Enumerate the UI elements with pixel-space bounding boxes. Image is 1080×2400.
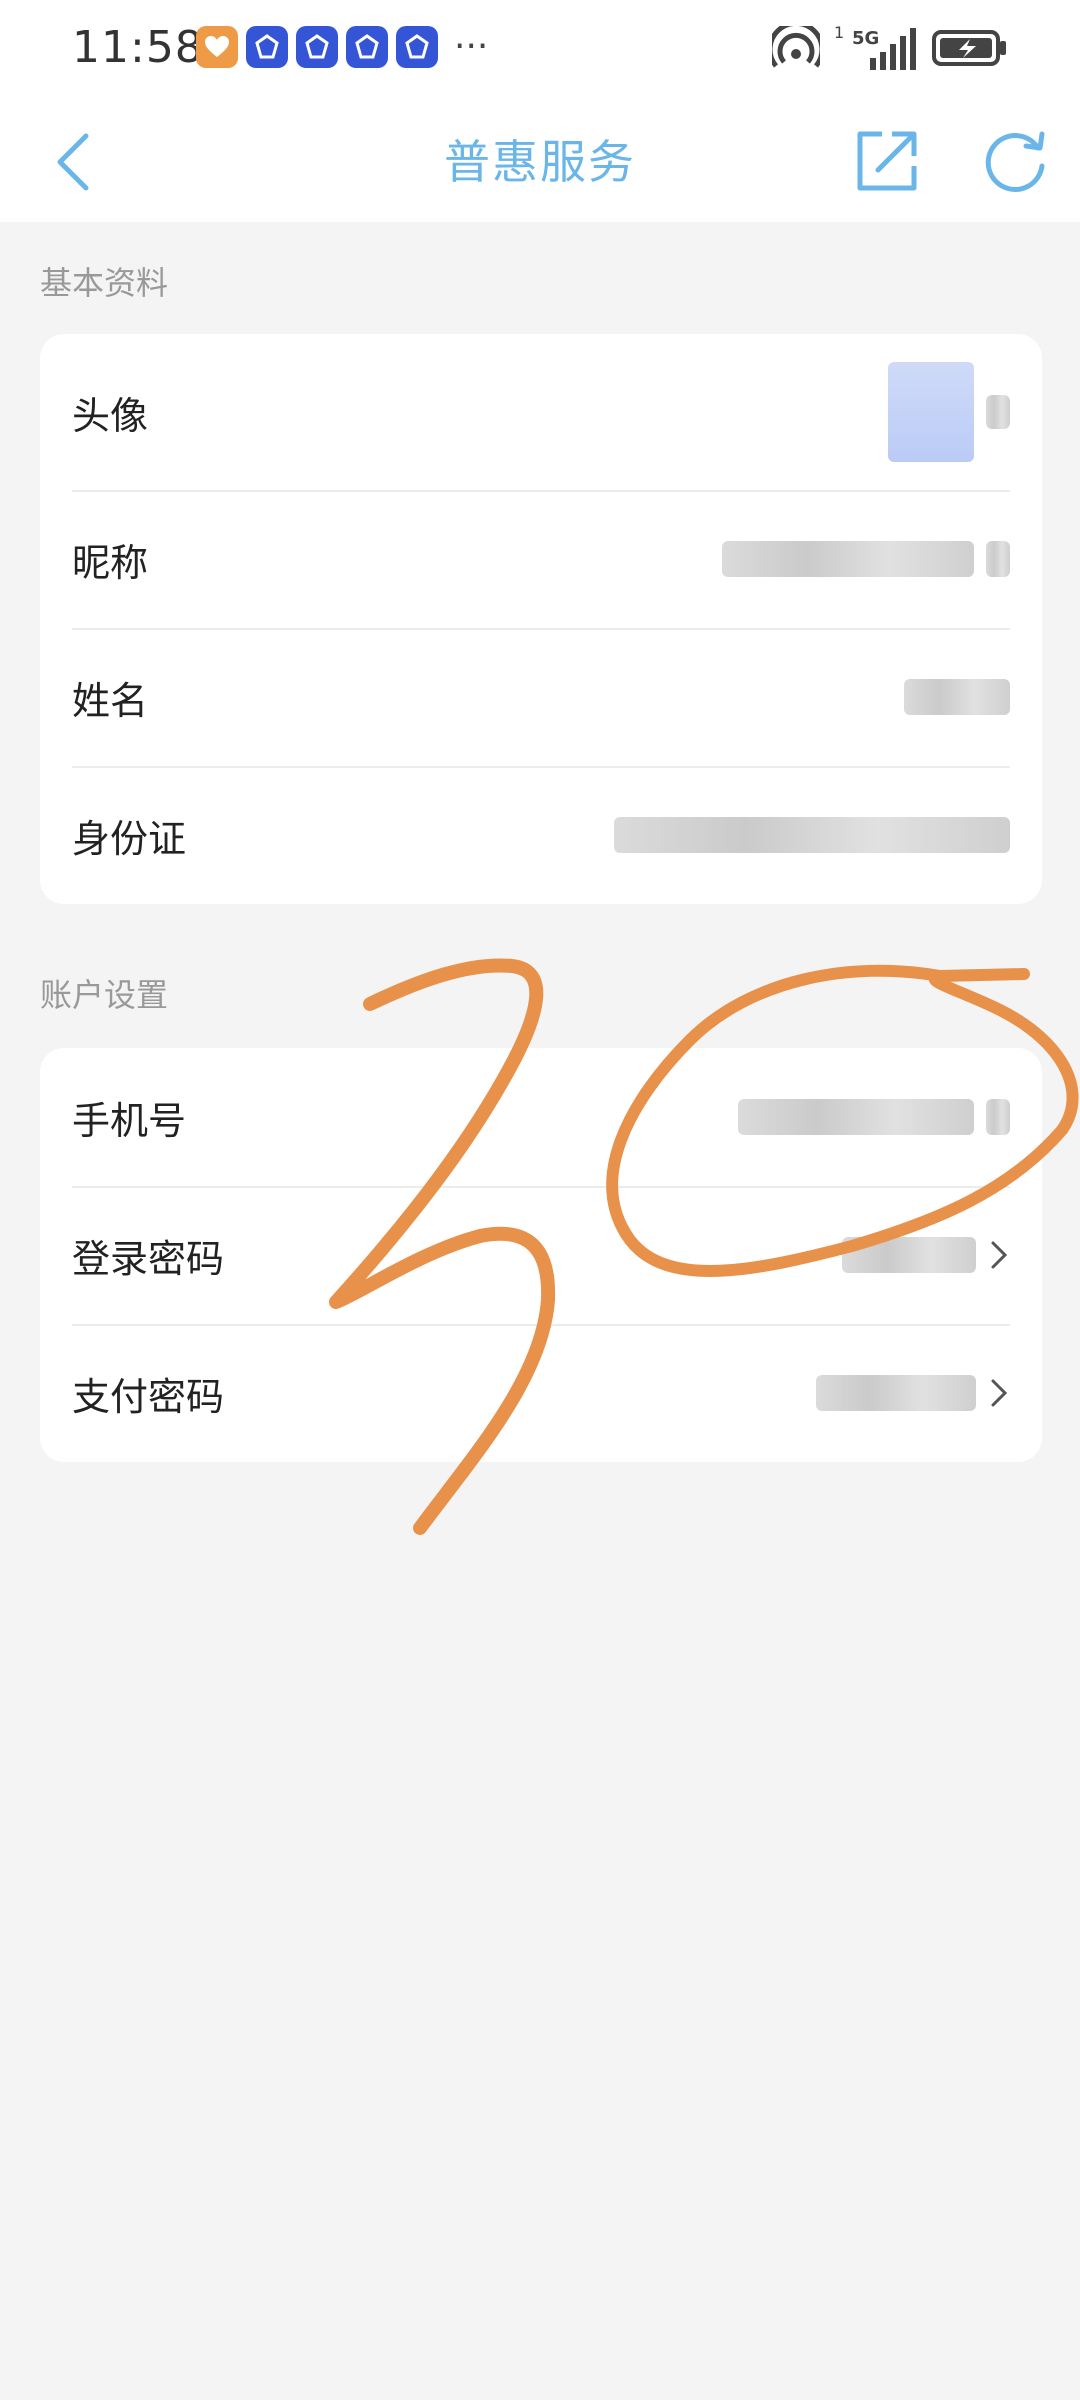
row-nickname[interactable]: 昵称 — [40, 490, 1042, 628]
app-root: 11:58 ··· 1 5G 普惠服务 基本资料 头像 昵称 姓名 身份证 账户… — [0, 0, 1080, 2400]
refresh-icon — [985, 131, 1045, 192]
row-name[interactable]: 姓名 — [40, 628, 1042, 766]
redacted-value — [904, 679, 1010, 715]
account-settings-card: 手机号 登录密码 支付密码 — [40, 1048, 1042, 1462]
chevron-right-icon — [991, 1379, 1008, 1407]
row-label: 登录密码 — [72, 1236, 225, 1281]
app-notification-icon — [346, 26, 388, 68]
more-notifications-icon: ··· — [454, 26, 489, 67]
signal-icon: 1 5G — [834, 24, 916, 70]
notification-icons — [196, 26, 438, 68]
battery-charging-icon — [932, 30, 1006, 66]
status-time: 11:58 — [72, 22, 204, 73]
section-title-account-settings: 账户设置 — [40, 976, 169, 1014]
avatar — [888, 362, 974, 462]
system-status-icons: 1 5G — [772, 24, 1008, 72]
row-login-password[interactable]: 登录密码 — [40, 1186, 1042, 1324]
app-notification-icon — [396, 26, 438, 68]
redacted-value — [842, 1237, 976, 1273]
row-label: 姓名 — [72, 678, 149, 723]
svg-text:1: 1 — [834, 24, 844, 42]
app-notification-icon — [296, 26, 338, 68]
redacted-value — [722, 541, 974, 577]
basic-info-card: 头像 昵称 姓名 身份证 — [40, 334, 1042, 904]
redacted-value — [614, 817, 1010, 853]
health-app-icon — [196, 26, 238, 68]
redacted-chevron — [986, 1099, 1010, 1135]
row-payment-password[interactable]: 支付密码 — [40, 1324, 1042, 1462]
row-avatar[interactable]: 头像 — [40, 334, 1042, 490]
redacted-value — [738, 1099, 974, 1135]
chevron-right-icon — [991, 1241, 1008, 1269]
status-bar: 11:58 ··· 1 5G — [0, 0, 1080, 100]
row-label: 头像 — [72, 393, 149, 438]
row-label: 支付密码 — [72, 1374, 225, 1419]
app-notification-icon — [246, 26, 288, 68]
row-label: 手机号 — [72, 1098, 187, 1143]
redacted-chevron — [986, 541, 1010, 577]
share-button[interactable] — [848, 122, 926, 200]
section-title-basic-info: 基本资料 — [40, 264, 169, 302]
row-id-card[interactable]: 身份证 — [40, 766, 1042, 904]
refresh-button[interactable] — [976, 122, 1054, 200]
share-icon — [857, 131, 917, 191]
nav-header: 普惠服务 — [0, 100, 1080, 222]
row-phone[interactable]: 手机号 — [40, 1048, 1042, 1186]
svg-text:5G: 5G — [852, 28, 879, 49]
redacted-value — [816, 1375, 976, 1411]
row-label: 身份证 — [72, 816, 187, 861]
row-label: 昵称 — [72, 540, 149, 585]
redacted-chevron — [986, 395, 1010, 429]
hotspot-icon — [772, 26, 820, 68]
